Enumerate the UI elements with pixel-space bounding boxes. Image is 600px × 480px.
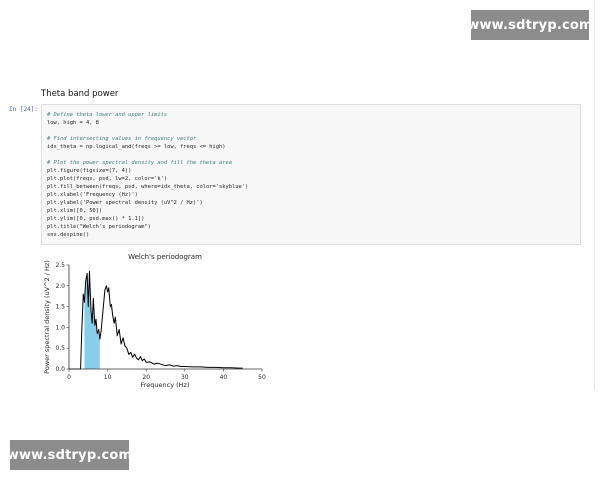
chart-title: Welch's periodogram (128, 253, 202, 261)
y-tick-label: 1.0 (55, 324, 65, 331)
x-tick-label: 20 (142, 374, 150, 381)
x-tick-label: 30 (181, 374, 189, 381)
x-tick-label: 40 (220, 374, 228, 381)
y-axis-label: Power spectral density (uV^2 / Hz) (43, 260, 51, 374)
y-tick-label: 0.0 (55, 366, 65, 373)
y-tick-label: 0.5 (55, 345, 65, 352)
x-axis-label: Frequency (Hz) (140, 381, 189, 389)
y-tick-label: 2.0 (55, 283, 65, 290)
x-tick-label: 10 (104, 374, 112, 381)
x-tick-label: 0 (67, 374, 71, 381)
y-tick-label: 1.5 (55, 304, 65, 311)
y-tick-label: 2.5 (55, 262, 65, 269)
x-tick-label: 50 (258, 374, 266, 381)
periodogram-chart: Welch's periodogram Frequency (Hz) Power… (43, 253, 266, 389)
